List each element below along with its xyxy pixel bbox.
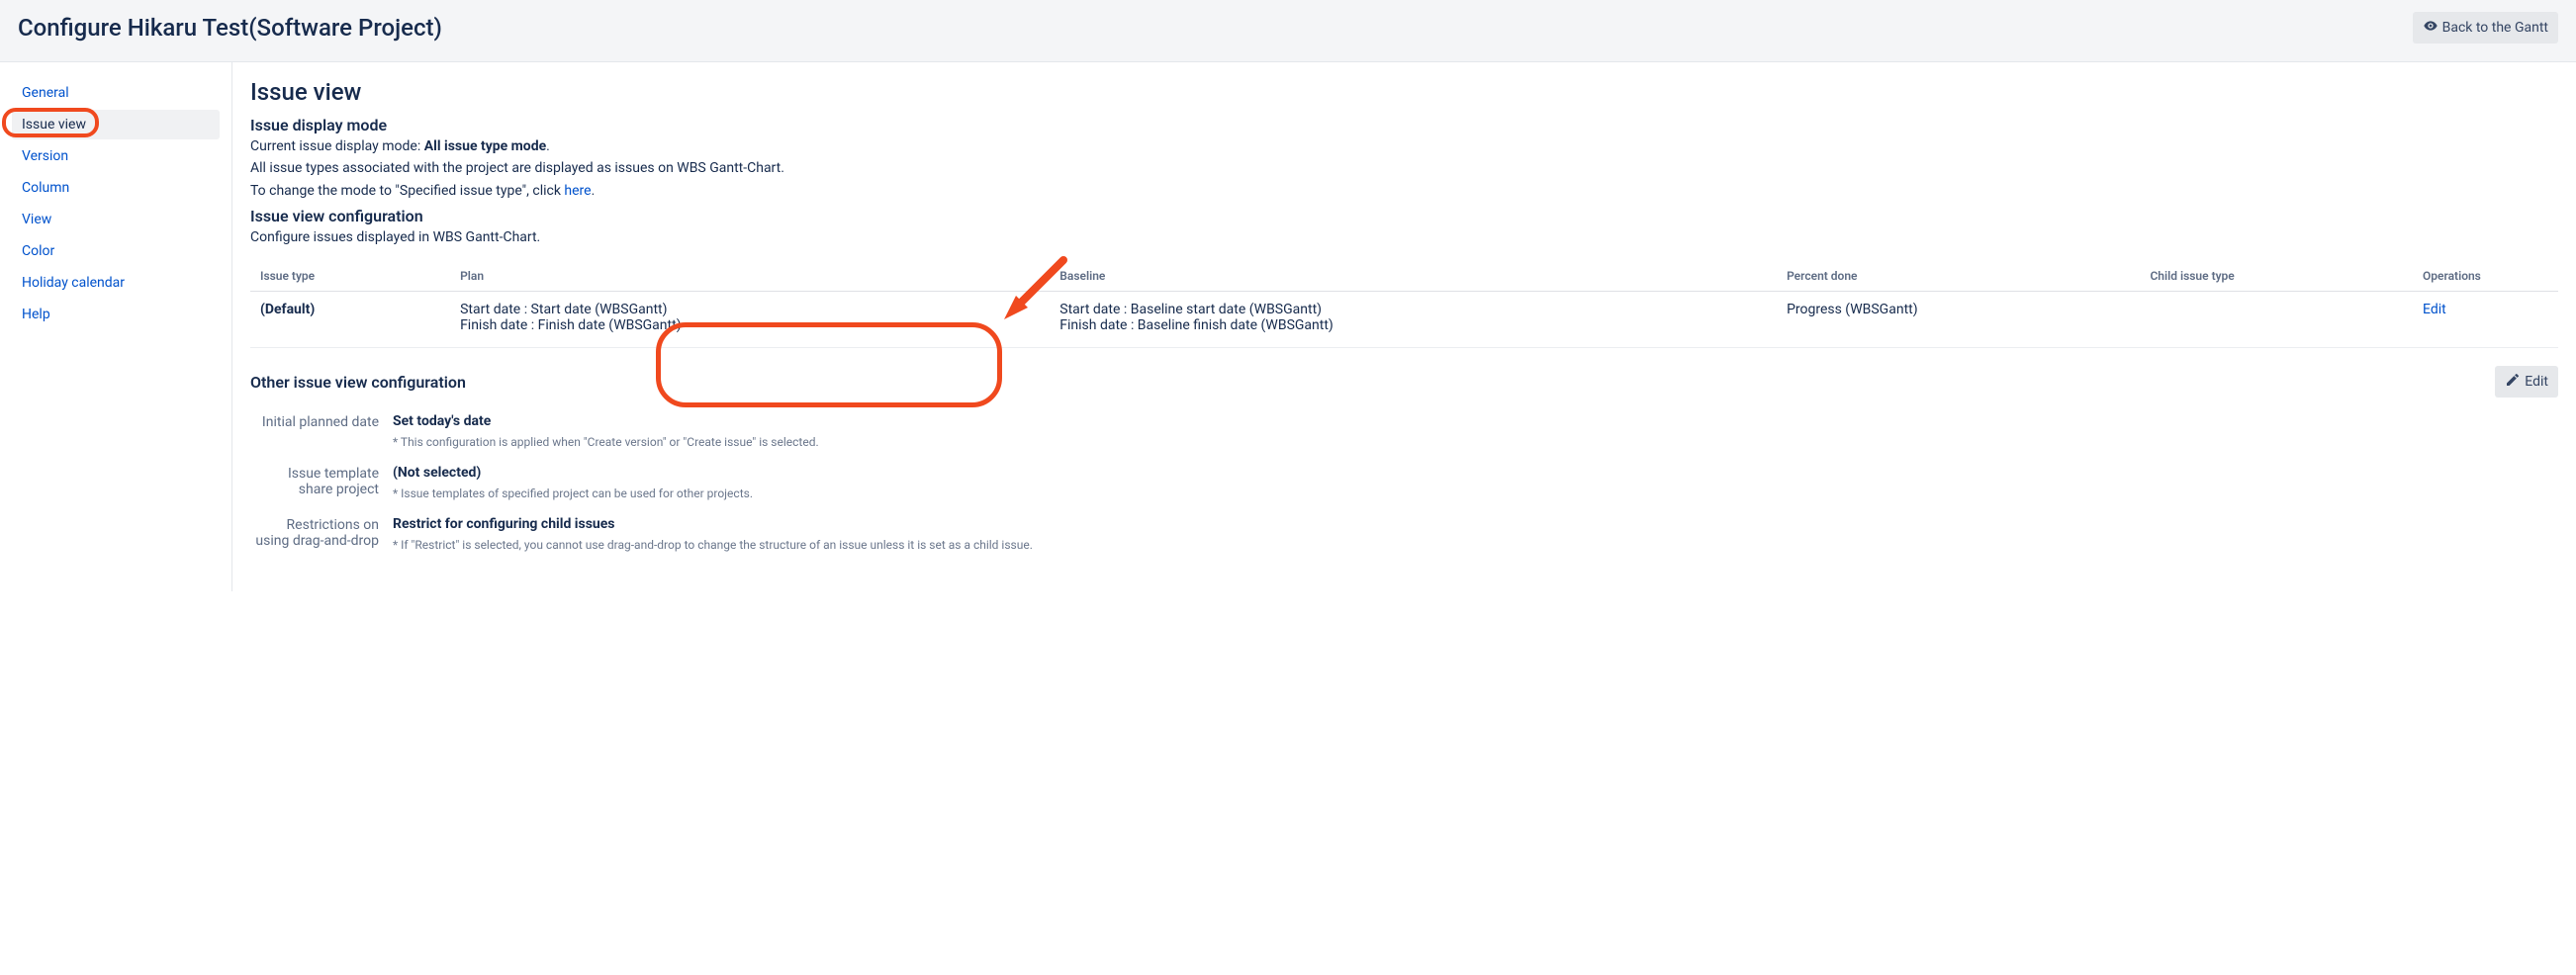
sidebar-item-color[interactable]: Color bbox=[12, 236, 220, 266]
baseline-start: Start date : Baseline start date (WBSGan… bbox=[1059, 302, 1767, 317]
plan-finish: Finish date : Finish date (WBSGantt) bbox=[460, 317, 1040, 333]
page-title: Configure Hikaru Test(Software Project) bbox=[18, 14, 442, 42]
kv-value: (Not selected) bbox=[393, 465, 2558, 481]
issue-display-mode-line3: To change the mode to "Specified issue t… bbox=[250, 181, 2558, 201]
kv-label: Initial planned date bbox=[250, 413, 379, 430]
table-row: (Default) Start date : Start date (WBSGa… bbox=[250, 292, 2558, 348]
cell-child-issue-type bbox=[2140, 292, 2413, 348]
issue-config-table: Issue type Plan Baseline Percent done Ch… bbox=[250, 261, 2558, 348]
baseline-finish: Finish date : Baseline finish date (WBSG… bbox=[1059, 317, 1767, 333]
other-config-title: Other issue view configuration bbox=[250, 373, 466, 392]
cell-operations: Edit bbox=[2413, 292, 2558, 348]
other-config-edit-button[interactable]: Edit bbox=[2495, 366, 2558, 398]
content: Issue view Issue display mode Current is… bbox=[232, 62, 2576, 591]
change-mode-here-link[interactable]: here bbox=[564, 183, 591, 199]
sidebar-item-view[interactable]: View bbox=[12, 205, 220, 234]
sidebar-item-issue-view[interactable]: Issue view bbox=[12, 110, 220, 139]
kv-hint: * This configuration is applied when "Cr… bbox=[393, 435, 2558, 449]
issue-display-mode-line2: All issue types associated with the proj… bbox=[250, 158, 2558, 178]
col-issue-type: Issue type bbox=[250, 261, 450, 292]
issue-view-config-title: Issue view configuration bbox=[250, 207, 2558, 225]
header: Configure Hikaru Test(Software Project) … bbox=[0, 0, 2576, 62]
cell-plan: Start date : Start date (WBSGantt) Finis… bbox=[450, 292, 1050, 348]
eye-icon bbox=[2423, 18, 2438, 38]
pencil-icon bbox=[2505, 372, 2521, 392]
current-mode-suffix: . bbox=[546, 138, 550, 154]
current-mode-prefix: Current issue display mode: bbox=[250, 138, 424, 154]
col-child-issue-type: Child issue type bbox=[2140, 261, 2413, 292]
sidebar-item-general[interactable]: General bbox=[12, 78, 220, 108]
sidebar: General Issue view Version Column View C… bbox=[0, 62, 232, 591]
kv-label: Issue template share project bbox=[250, 465, 379, 497]
col-operations: Operations bbox=[2413, 261, 2558, 292]
row-edit-link[interactable]: Edit bbox=[2423, 302, 2446, 317]
table-header-row: Issue type Plan Baseline Percent done Ch… bbox=[250, 261, 2558, 292]
kv-value: Set today's date bbox=[393, 413, 2558, 429]
issue-display-mode-title: Issue display mode bbox=[250, 116, 2558, 134]
sidebar-item-help[interactable]: Help bbox=[12, 300, 220, 329]
kv-issue-template-share-project: Issue template share project (Not select… bbox=[250, 465, 2558, 500]
sidebar-item-holiday-calendar[interactable]: Holiday calendar bbox=[12, 268, 220, 298]
sidebar-item-version[interactable]: Version bbox=[12, 141, 220, 171]
cell-baseline: Start date : Baseline start date (WBSGan… bbox=[1050, 292, 1777, 348]
col-baseline: Baseline bbox=[1050, 261, 1777, 292]
cell-issue-type: (Default) bbox=[250, 292, 450, 348]
back-to-gantt-button[interactable]: Back to the Gantt bbox=[2413, 12, 2558, 44]
kv-restrictions-drag-drop: Restrictions on using drag-and-drop Rest… bbox=[250, 516, 2558, 552]
line3-suffix: . bbox=[592, 183, 596, 199]
plan-start: Start date : Start date (WBSGantt) bbox=[460, 302, 1040, 317]
line3-prefix: To change the mode to "Specified issue t… bbox=[250, 183, 564, 199]
kv-initial-planned-date: Initial planned date Set today's date * … bbox=[250, 413, 2558, 449]
sidebar-item-column[interactable]: Column bbox=[12, 173, 220, 203]
issue-display-mode-current: Current issue display mode: All issue ty… bbox=[250, 136, 2558, 156]
kv-hint: * If "Restrict" is selected, you cannot … bbox=[393, 538, 2558, 552]
other-edit-label: Edit bbox=[2525, 374, 2548, 390]
kv-value: Restrict for configuring child issues bbox=[393, 516, 2558, 532]
col-percent-done: Percent done bbox=[1777, 261, 2140, 292]
issue-view-heading: Issue view bbox=[250, 78, 2558, 106]
issue-view-config-desc: Configure issues displayed in WBS Gantt-… bbox=[250, 227, 2558, 247]
col-plan: Plan bbox=[450, 261, 1050, 292]
kv-label: Restrictions on using drag-and-drop bbox=[250, 516, 379, 549]
kv-hint: * Issue templates of specified project c… bbox=[393, 487, 2558, 500]
back-to-gantt-label: Back to the Gantt bbox=[2442, 20, 2548, 36]
current-mode-value: All issue type mode bbox=[424, 138, 546, 154]
cell-percent-done: Progress (WBSGantt) bbox=[1777, 292, 2140, 348]
